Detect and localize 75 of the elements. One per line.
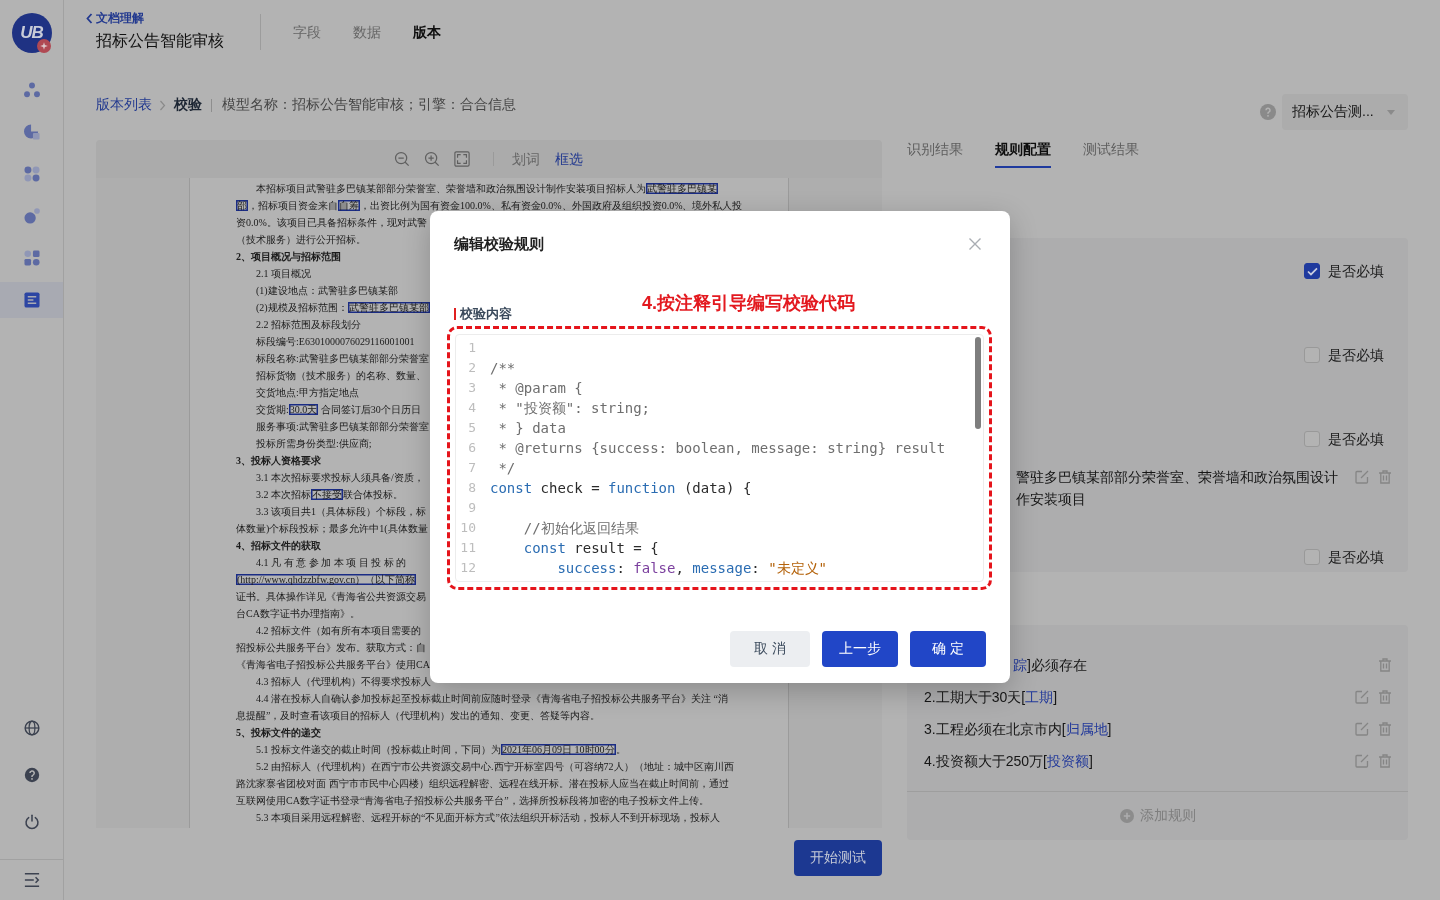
document-text-line: (1)建设地点：武警驻多巴镇某部 xyxy=(256,284,398,298)
code-line: //初始化返回结果 xyxy=(522,519,639,538)
line-number: 6 xyxy=(468,439,476,457)
document-text-line: 2.1 项目概况 xyxy=(256,267,311,281)
document-text-line: 证书。具体操作详见《青海省公共资源交易 xyxy=(236,590,426,604)
code-line: success: false, message: "未定义" xyxy=(556,559,828,578)
document-text-line: 2.2 招标范围及标段划分 xyxy=(256,318,361,332)
document-text-line: 标段名称:武警驻多巴镇某部部分荣誉室 xyxy=(256,352,429,366)
document-text-line: 5.3 本项目采用远程解密、远程开标的“不见面开标方式”依法组织开标活动，投标人不到开标现场，投标人 xyxy=(256,811,720,825)
document-text-line: 5.2 由招标人（代理机构）在西宁市公共资源交易中心.西宁开标室四号（可容纳72人）（地址：城中区南川西 xyxy=(256,760,734,774)
document-text-line: 4.2 招标文件（如有所有本项目需要的 xyxy=(256,624,421,638)
document-text-line: 3.1 本次招标要求投标人须具备/资质， xyxy=(256,471,424,485)
breadcrumb-item: 校验 xyxy=(174,96,202,114)
code-line: const check = function (data) { xyxy=(490,479,752,498)
code-line: const result = { xyxy=(522,539,659,558)
document-text-line: 服务事项:武警驻多巴镇某部部分荣誉室 xyxy=(256,420,429,434)
line-number: 5 xyxy=(468,419,476,437)
checkbox-label: 是否必填 xyxy=(1328,548,1384,567)
line-number: 10 xyxy=(460,519,476,537)
code-line: * } data xyxy=(497,419,566,438)
document-text-line: 4.1 凡 有 意 参 加 本 项 目 投 标 的 xyxy=(256,556,406,570)
rule-text: 踪]必须存在 xyxy=(1013,656,1087,675)
document-text-line: 3、投标人资格要求 xyxy=(236,454,321,468)
document-text-line: 3.3 该项目共1（具体标段）个标段，标 xyxy=(256,505,426,519)
document-text-line: 路沈家寨省团校对面 西宁市市民中心四楼）组织远程解密、远程在线开标。潜在投标人应当在截止时间前，通过 xyxy=(236,777,729,791)
dialog-title: 编辑校验规则 xyxy=(454,234,544,254)
code-line: */ xyxy=(497,459,516,478)
document-text-line: 标段编号:E6301000076029116001001 xyxy=(256,335,415,349)
line-number: 9 xyxy=(468,499,476,517)
document-text-line: (2)规模及招标范围：武警驻多巴镇某部 xyxy=(256,301,430,315)
line-number: 1 xyxy=(468,339,476,357)
field-value-text: 警驻多巴镇某部部分荣誉室、荣誉墙和政治氛围设计 作安装项目 xyxy=(1016,468,1338,509)
document-text-line: 《青海省电子招投标公共服务平台》使用CA xyxy=(236,658,430,672)
line-number: 3 xyxy=(468,379,476,397)
document-text-line: 3.2 本次招标不接受联合体投标。 xyxy=(256,488,403,502)
document-text-line: 资0.0%。该项目已具备招标条件，现对武警 xyxy=(236,216,427,230)
document-text-line: 本招标项目武警驻多巴镇某部部分荣誉室、荣誉墙和政治氛围设计制作安装项目招标人为武警驻多巴镇某 xyxy=(256,182,718,196)
document-text-line: (http://www.qhdzzbfw.gov.cn）（以下简称 xyxy=(236,573,417,587)
document-text-line: 交货期:30.0天 合同签订后30个日历日 xyxy=(256,403,421,417)
document-text-line: 4、招标文件的获取 xyxy=(236,539,321,553)
page-title: 招标公告智能审核 xyxy=(96,31,224,51)
annotation-text: 4.按注释引导编写校验代码 xyxy=(642,292,855,314)
line-number: 11 xyxy=(460,539,476,557)
document-text-line: 4.4 潜在投标人自确认参加投标起至投标截止时间前应随时登录《青海省电子招投标公共服务平台》关注 “消 xyxy=(256,692,728,706)
line-number: 8 xyxy=(468,479,476,497)
field-label: 校验内容 xyxy=(460,306,512,322)
document-text-line: 部，招标项目资金来自 自筹，出资比例为国有资金100.0%、私有资金0.0%、外国政府及组织投资0.0%、境外私人投 xyxy=(236,199,743,213)
document-text-line: 5.1 投标文件递交的截止时间（投标截止时间，下同）为2021年06月09日 10时00分。 xyxy=(256,743,626,757)
document-text-line: 台CA数字证书办理指南》。 xyxy=(236,607,360,621)
line-number: 2 xyxy=(468,359,476,377)
rule-text: 2.工期大于30天[工期] xyxy=(924,688,1058,707)
document-text-line: 体数量)个标段投标；最多允许中1(具体数量 xyxy=(236,522,428,536)
document-text-line: 投标所需身份类型:供应商; xyxy=(256,437,372,451)
document-text-line: 4.3 招标人（代理机构）不得要求投标人 xyxy=(256,675,431,689)
code-line: * "投资额": string; xyxy=(497,399,650,418)
document-text-line: 招投标公共服务平台》发布。获取方式：自 xyxy=(236,641,426,655)
line-number: 7 xyxy=(468,459,476,477)
line-number: 4 xyxy=(468,399,476,417)
rule-text: 4.投资额大于250万[投资额] xyxy=(924,752,1093,771)
model-info-text: 模型名称：招标公告智能审核；引擎：合合信息 xyxy=(222,96,516,114)
checkbox-label: 是否必填 xyxy=(1328,346,1384,365)
document-text-line: 2、项目概况与招标范围 xyxy=(236,250,341,264)
code-line: /** xyxy=(490,359,516,378)
document-text-line: （技术服务）进行公开招标。 xyxy=(236,233,366,247)
checkbox-label: 是否必填 xyxy=(1328,430,1384,449)
line-number: 12 xyxy=(460,559,476,577)
document-text-line: 招标货物（技术服务）的名称、数量、 xyxy=(256,369,426,383)
rule-text: 3.工程必须在北京市内[归属地] xyxy=(924,720,1112,739)
document-text-line: 5、投标文件的递交 xyxy=(236,726,321,740)
document-text-line: 互联网使用CA数字证书登录“青海省电子招投标公共服务平台”，选择所投标段将加密的电子投标文件上传。 xyxy=(236,794,709,808)
code-line: * @returns {success: boolean, message: string} result xyxy=(497,439,946,458)
document-text-line: 息提醒”，及时查看该项目的招标人（代理机构）发出的通知、变更、答疑等内容。 xyxy=(236,709,601,723)
checkbox-label: 是否必填 xyxy=(1328,262,1384,281)
document-text-line: 交货地点:甲方指定地点 xyxy=(256,386,359,400)
code-line: * @param { xyxy=(497,379,583,398)
